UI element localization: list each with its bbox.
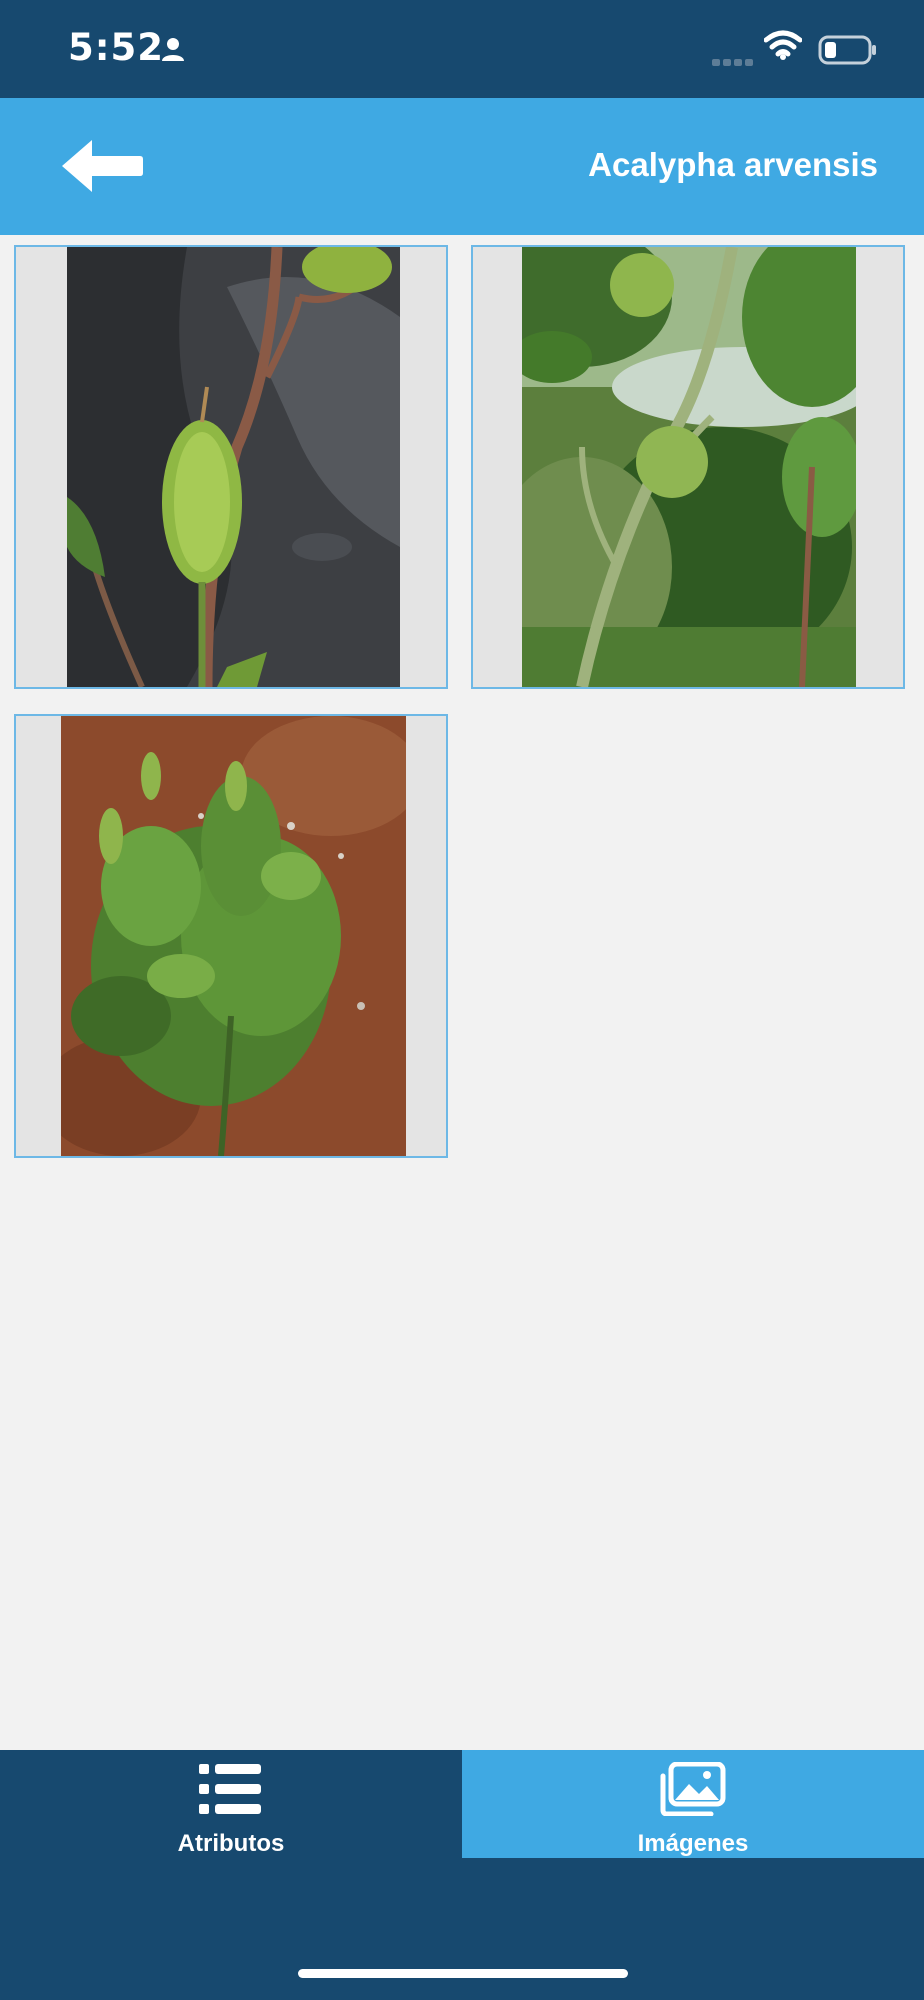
wifi-icon bbox=[763, 30, 803, 65]
plant-soil-image bbox=[61, 716, 406, 1156]
gallery-image-2[interactable] bbox=[471, 245, 905, 689]
person-icon bbox=[160, 36, 186, 67]
tab-label-imagenes: Imágenes bbox=[637, 1830, 749, 1857]
list-icon bbox=[199, 1762, 263, 1821]
plant-stem-image bbox=[522, 247, 856, 687]
page-title: Acalypha arvensis bbox=[588, 146, 878, 183]
tab-atributos[interactable]: Atributos bbox=[0, 1750, 462, 1858]
signal-icon bbox=[712, 54, 754, 72]
arrow-left-icon bbox=[62, 140, 143, 192]
gallery-image-3[interactable] bbox=[14, 714, 448, 1158]
tab-label-atributos: Atributos bbox=[177, 1830, 285, 1857]
back-button[interactable] bbox=[56, 134, 146, 198]
battery-icon bbox=[818, 34, 878, 71]
tab-imagenes[interactable]: Imágenes bbox=[462, 1750, 924, 1858]
images-icon bbox=[659, 1761, 727, 1821]
app-header: Acalypha arvensis bbox=[0, 98, 924, 235]
status-time: 5:52 bbox=[68, 26, 165, 69]
gallery-image-1[interactable] bbox=[14, 245, 448, 689]
home-indicator bbox=[298, 1969, 628, 1978]
bottom-tab-bar: Atributos Imágenes bbox=[0, 1750, 924, 2000]
status-bar: 5:52 bbox=[0, 0, 924, 98]
plant-closeup-image bbox=[67, 247, 400, 687]
